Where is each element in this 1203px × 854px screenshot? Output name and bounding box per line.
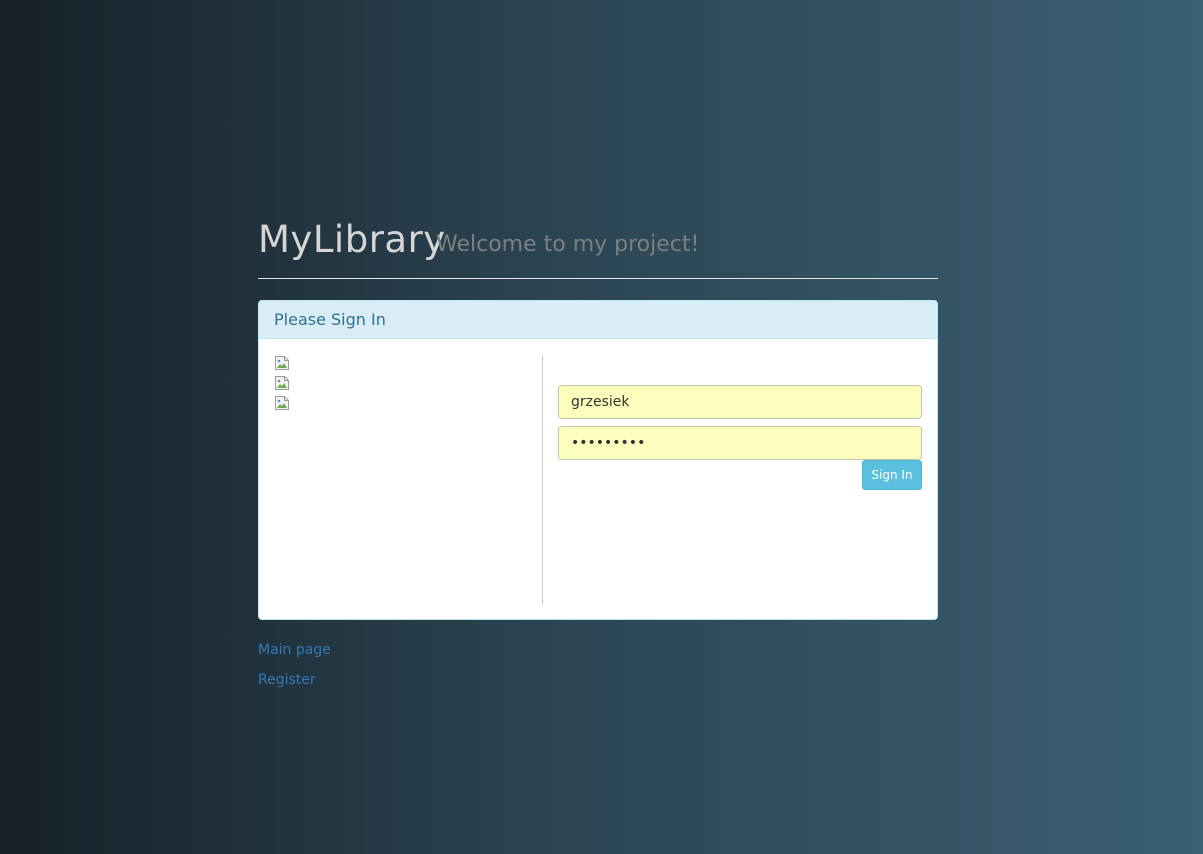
register-link[interactable]: Register — [258, 671, 331, 701]
page-container: MyLibrary Welcome to my project! Please … — [258, 214, 938, 688]
signin-form: Sign In — [558, 385, 922, 490]
broken-image-icon — [274, 355, 290, 371]
footer-links: Main page Register — [258, 641, 331, 701]
image-column — [274, 355, 542, 605]
username-field[interactable] — [558, 385, 922, 419]
password-field[interactable] — [558, 426, 922, 460]
signin-panel: Please Sign In grzesiek ••••••••• Sign I… — [258, 300, 938, 620]
main-page-link[interactable]: Main page — [258, 641, 331, 671]
broken-image-icon — [274, 375, 290, 391]
button-row: Sign In — [558, 460, 922, 490]
signin-button[interactable]: Sign In — [862, 460, 922, 490]
broken-image-icon — [274, 395, 290, 411]
tagline: Welcome to my project! — [436, 232, 700, 257]
page-header: MyLibrary Welcome to my project! — [258, 214, 938, 279]
column-divider — [542, 355, 543, 605]
panel-title: Please Sign In — [259, 301, 937, 339]
brand-title: MyLibrary — [258, 218, 446, 261]
